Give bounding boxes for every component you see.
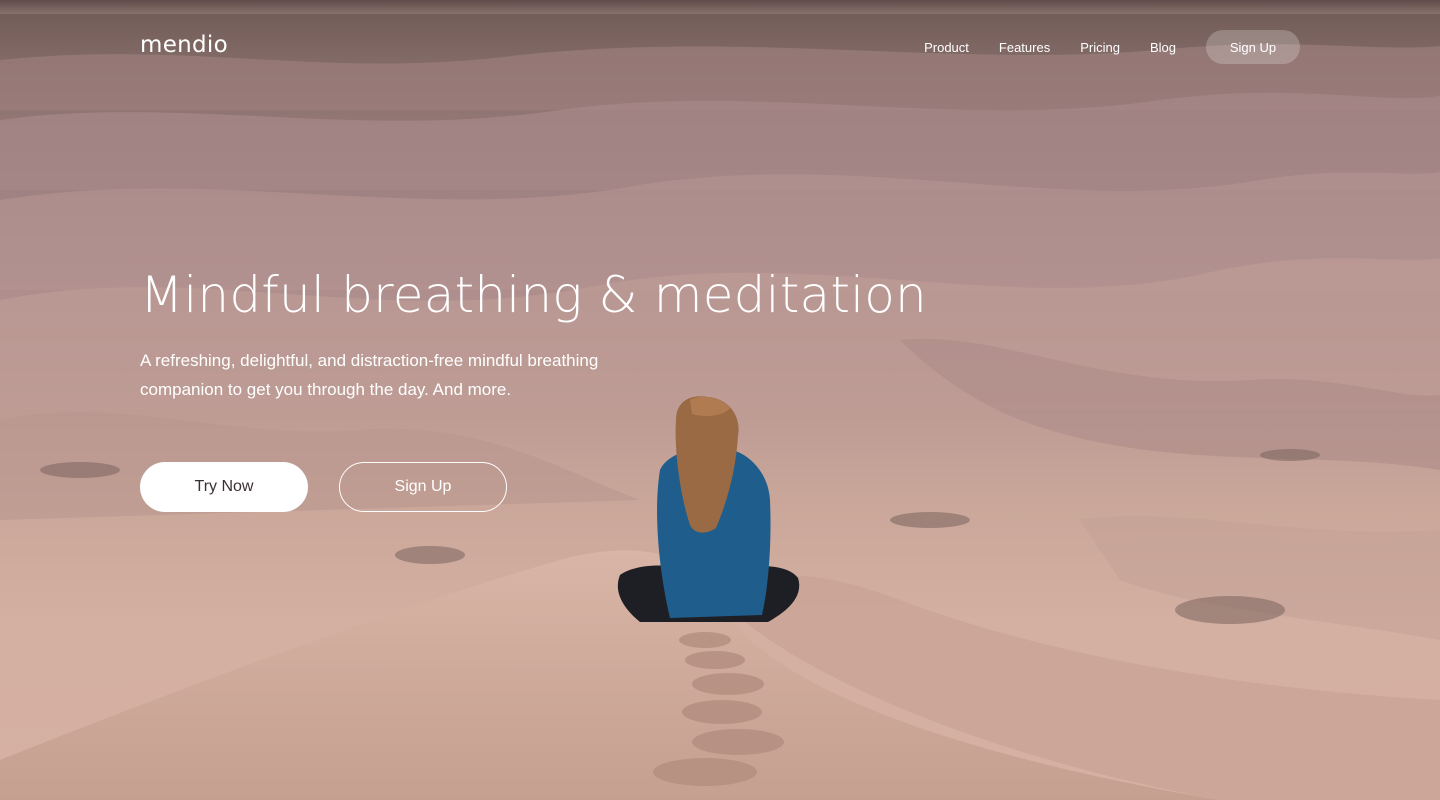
brand-logo[interactable]: mendio — [140, 32, 228, 58]
hero-signup-button[interactable]: Sign Up — [339, 462, 507, 512]
nav-link-pricing[interactable]: Pricing — [1080, 40, 1120, 55]
nav-links: Product Features Pricing Blog Sign Up — [924, 30, 1300, 64]
nav-link-product[interactable]: Product — [924, 40, 969, 55]
meditating-person — [617, 396, 800, 622]
hero-section: mendio Product Features Pricing Blog Sig… — [0, 0, 1440, 800]
nav-link-blog[interactable]: Blog — [1150, 40, 1176, 55]
top-navigation: mendio Product Features Pricing Blog Sig… — [0, 0, 1440, 94]
nav-signup-button[interactable]: Sign Up — [1206, 30, 1300, 64]
hero-subheading: A refreshing, delightful, and distractio… — [140, 351, 599, 399]
nav-link-features[interactable]: Features — [999, 40, 1050, 55]
hero-headline: Mindful breathing & meditation — [140, 266, 927, 324]
try-now-button[interactable]: Try Now — [140, 462, 308, 512]
